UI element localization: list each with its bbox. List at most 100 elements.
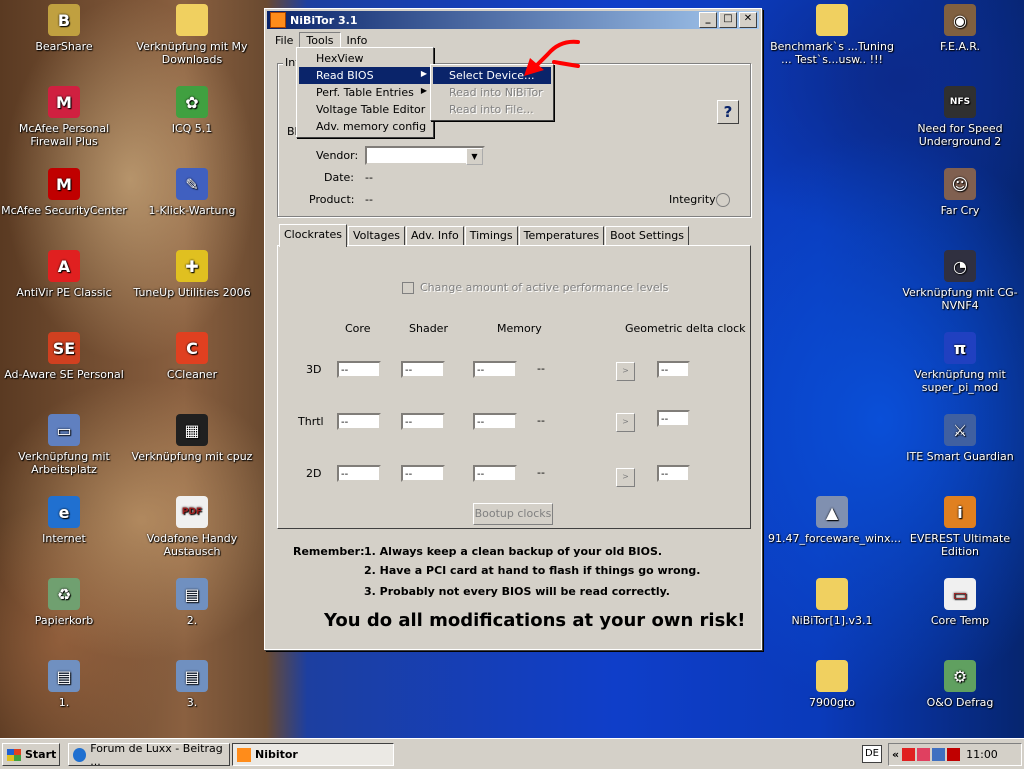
desktop-icon[interactable]: ▦ Verknüpfung mit cpuz <box>128 414 256 463</box>
desktop-icon[interactable]: ▤ 1. <box>0 660 128 709</box>
chevron-down-icon[interactable]: ▼ <box>466 148 483 165</box>
desktop-icon[interactable]: i EVEREST Ultimate Edition <box>896 496 1024 558</box>
language-indicator[interactable]: DE <box>862 745 882 763</box>
desktop-icon[interactable]: ◉ F.E.A.R. <box>896 4 1024 53</box>
help-button[interactable]: ? <box>717 100 739 124</box>
desktop-icon[interactable]: ⚔ ITE Smart Guardian <box>896 414 1024 463</box>
tab-clockrates[interactable]: Clockrates <box>279 224 347 247</box>
submenu-arrow-icon: ▶ <box>420 86 427 95</box>
shader-3d-input[interactable]: -- <box>401 361 445 378</box>
nibitor-icon <box>237 747 251 762</box>
desktop-icon[interactable]: ◔ Verknüpfung mit CG-NVNF4 <box>896 250 1024 312</box>
core-thrtl-input[interactable]: -- <box>337 413 381 430</box>
row-3d-arrow-button[interactable]: > <box>616 362 635 381</box>
menu-item-perf-table[interactable]: Perf. Table Entries ▶ <box>299 84 431 101</box>
menu-tools[interactable]: Tools <box>299 31 341 49</box>
desktop-icon[interactable]: e Internet <box>0 496 128 545</box>
perf-levels-checkbox[interactable] <box>402 282 414 294</box>
folder-icon <box>816 660 848 692</box>
tab-voltages[interactable]: Voltages <box>347 226 405 245</box>
antivir-tray-icon[interactable] <box>902 748 916 761</box>
desktop-icon[interactable]: B BearShare <box>0 4 128 53</box>
desktop-icon[interactable]: ✎ 1-Klick-Wartung <box>128 168 256 217</box>
desktop-icon[interactable]: NFS Need for Speed Underground 2 <box>896 86 1024 148</box>
desktop-icon-label: McAfee Personal Firewall Plus <box>18 122 110 148</box>
vendor-combo[interactable]: ▼ <box>365 146 485 165</box>
desktop-icon[interactable]: Benchmark`s ...Tuning ... Test`s...usw..… <box>768 4 896 66</box>
desktop-icon[interactable]: A AntiVir PE Classic <box>0 250 128 299</box>
title-bar[interactable]: NiBiTor 3.1 _ □ ✕ <box>267 11 759 29</box>
row-thrtl-arrow-button[interactable]: > <box>616 413 635 432</box>
memory-2d-input[interactable]: -- <box>473 465 517 482</box>
menu-item-read-bios[interactable]: Read BIOS ▶ <box>299 67 431 84</box>
tab-timings[interactable]: Timings <box>464 226 518 245</box>
shader-2d-input[interactable]: -- <box>401 465 445 482</box>
desktop-icon[interactable]: ▤ 2. <box>128 578 256 627</box>
shader-thrtl-input[interactable]: -- <box>401 413 445 430</box>
superpi-icon: π <box>944 332 976 364</box>
taskbar-item-forum[interactable]: Forum de Luxx - Beitrag ... <box>68 743 230 766</box>
delta-2d-input[interactable]: -- <box>657 465 690 482</box>
desktop-icon[interactable]: ☺ Far Cry <box>896 168 1024 217</box>
core-3d-input[interactable]: -- <box>337 361 381 378</box>
tab-boot-settings[interactable]: Boot Settings <box>605 226 690 245</box>
desktop-icon-label: Internet <box>42 532 86 545</box>
minimize-button[interactable]: _ <box>699 12 717 28</box>
taskbar-item-nibitor[interactable]: Nibitor <box>232 743 394 766</box>
desktop-icon[interactable]: 7900gto <box>768 660 896 709</box>
desktop-icon[interactable]: C CCleaner <box>128 332 256 381</box>
tab-adv-info[interactable]: Adv. Info <box>405 226 464 245</box>
row-2d-arrow-button[interactable]: > <box>616 468 635 487</box>
desktop-icon-label: TuneUp Utilities 2006 <box>133 286 251 299</box>
window-title: NiBiTor 3.1 <box>290 13 358 27</box>
memory-3d-input[interactable]: -- <box>473 361 517 378</box>
desktop-icon[interactable]: M McAfee SecurityCenter <box>0 168 128 217</box>
desktop-icon[interactable]: ▲ 91.47_forceware_winx... <box>768 496 901 545</box>
menu-item-hexview[interactable]: HexView <box>299 50 431 67</box>
delta-3d-input[interactable]: -- <box>657 361 690 378</box>
firewall-tray-icon[interactable] <box>917 748 931 761</box>
menu-info[interactable]: Info <box>341 33 374 48</box>
network-tray-icon[interactable] <box>932 748 946 761</box>
desktop-icon-label: Vodafone Handy Austausch <box>146 532 238 558</box>
desktop-icon[interactable]: ✚ TuneUp Utilities 2006 <box>128 250 256 299</box>
mcafee-tray-icon[interactable] <box>947 748 961 761</box>
tab-temperatures[interactable]: Temperatures <box>518 226 605 245</box>
desktop-icon[interactable]: NiBiTor[1].v3.1 <box>768 578 896 627</box>
desktop-icon[interactable]: ⚙ O&O Defrag <box>896 660 1024 709</box>
delta-thrtl-input[interactable]: -- <box>657 410 690 427</box>
start-button[interactable]: Start <box>2 743 60 766</box>
desktop-icon[interactable]: Verknüpfung mit My Downloads <box>128 4 256 66</box>
desktop-icon[interactable]: ▭ Verknüpfung mit Arbeitsplatz <box>0 414 128 476</box>
firewall-icon: M <box>48 86 80 118</box>
core-2d-input[interactable]: -- <box>337 465 381 482</box>
desktop-icon[interactable]: M McAfee Personal Firewall Plus <box>0 86 128 148</box>
desktop-icon[interactable]: PDF Vodafone Handy Austausch <box>128 496 256 558</box>
desktop-icon-label: McAfee SecurityCenter <box>1 204 127 217</box>
farcry-icon: ☺ <box>944 168 976 200</box>
menu-item-read-into-nibitor[interactable]: Read into NiBiTor <box>433 84 551 101</box>
desktop-icon[interactable]: SE Ad-Aware SE Personal <box>0 332 128 381</box>
menu-item-voltage-table[interactable]: Voltage Table Editor <box>299 101 431 118</box>
integrity-indicator <box>716 193 730 207</box>
tray-expand-button[interactable]: « <box>892 748 899 761</box>
close-button[interactable]: ✕ <box>739 12 757 28</box>
desktop-icon[interactable]: ♻ Papierkorb <box>0 578 128 627</box>
desktop-icon[interactable]: ▭ Core Temp <box>896 578 1024 627</box>
bootup-clocks-button[interactable]: Bootup clocks <box>473 503 553 525</box>
menu-item-adv-memory[interactable]: Adv. memory config <box>299 118 431 135</box>
maximize-button[interactable]: □ <box>719 12 737 28</box>
risk-warning: You do all modifications at your own ris… <box>324 610 746 631</box>
desktop-icon-label: Far Cry <box>940 204 980 217</box>
memory-thrtl-input[interactable]: -- <box>473 413 517 430</box>
product-label: Product: <box>309 193 355 206</box>
desktop-icon[interactable]: ▤ 3. <box>128 660 256 709</box>
desktop-icon[interactable]: π Verknüpfung mit super_pi_mod <box>896 332 1024 394</box>
desktop-icon-label: ICQ 5.1 <box>171 122 213 135</box>
date-label: Date: <box>324 171 354 184</box>
recycle-bin-icon: ♻ <box>48 578 80 610</box>
desktop-icon[interactable]: ✿ ICQ 5.1 <box>128 86 256 135</box>
menu-item-read-into-file[interactable]: Read into File... <box>433 101 551 118</box>
menu-file[interactable]: File <box>269 33 299 48</box>
integrity-label: Integrity : <box>669 193 723 206</box>
